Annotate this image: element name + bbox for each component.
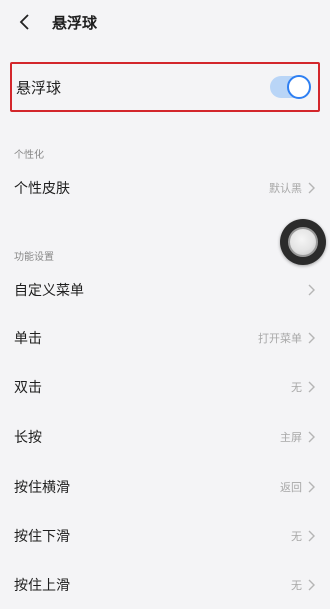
chevron-right-icon [308,283,318,297]
chevron-right-icon [308,430,318,444]
row-label: 个性皮肤 [14,181,70,197]
row-label: 自定义菜单 [14,283,84,299]
floating-ball-toggle-row[interactable]: 悬浮球 [10,62,320,112]
section-title-function-settings: 功能设置 [14,252,54,263]
row-label: 单击 [14,331,42,347]
row-hold-swipe-down[interactable]: 按住下滑 无 [0,512,330,560]
row-hold-swipe-horizontal[interactable]: 按住横滑 返回 [0,463,330,511]
floating-ball[interactable] [280,219,326,265]
row-value: 返回 [280,481,302,494]
row-value: 无 [291,530,302,543]
row-label: 双击 [14,380,42,396]
row-value: 打开菜单 [258,332,302,345]
row-label: 长按 [14,430,42,446]
row-value: 无 [291,579,302,592]
row-label: 按住上滑 [14,578,70,594]
chevron-right-icon [308,331,318,345]
row-custom-menu[interactable]: 自定义菜单 [0,266,330,314]
row-label: 按住横滑 [14,480,70,496]
floating-ball-inner [288,227,318,257]
chevron-right-icon [308,480,318,494]
chevron-right-icon [308,181,318,195]
floating-ball-toggle-label: 悬浮球 [16,78,62,97]
row-double-tap[interactable]: 双击 无 [0,363,330,411]
chevron-right-icon [308,578,318,592]
page-title: 悬浮球 [52,13,98,32]
row-value: 无 [291,381,302,394]
row-value: 主屏 [280,431,302,444]
row-personal-skin[interactable]: 个性皮肤 默认黑 [0,164,330,212]
chevron-right-icon [308,529,318,543]
floating-ball-switch[interactable] [270,75,311,99]
switch-knob [287,75,311,99]
section-title-personalization: 个性化 [14,150,44,161]
chevron-right-icon [308,380,318,394]
row-long-press[interactable]: 长按 主屏 [0,413,330,461]
row-hold-swipe-up[interactable]: 按住上滑 无 [0,561,330,609]
row-value: 默认黑 [269,182,302,195]
back-arrow-icon[interactable] [14,12,34,32]
header: 悬浮球 [0,0,330,44]
row-single-tap[interactable]: 单击 打开菜单 [0,314,330,362]
row-label: 按住下滑 [14,529,70,545]
